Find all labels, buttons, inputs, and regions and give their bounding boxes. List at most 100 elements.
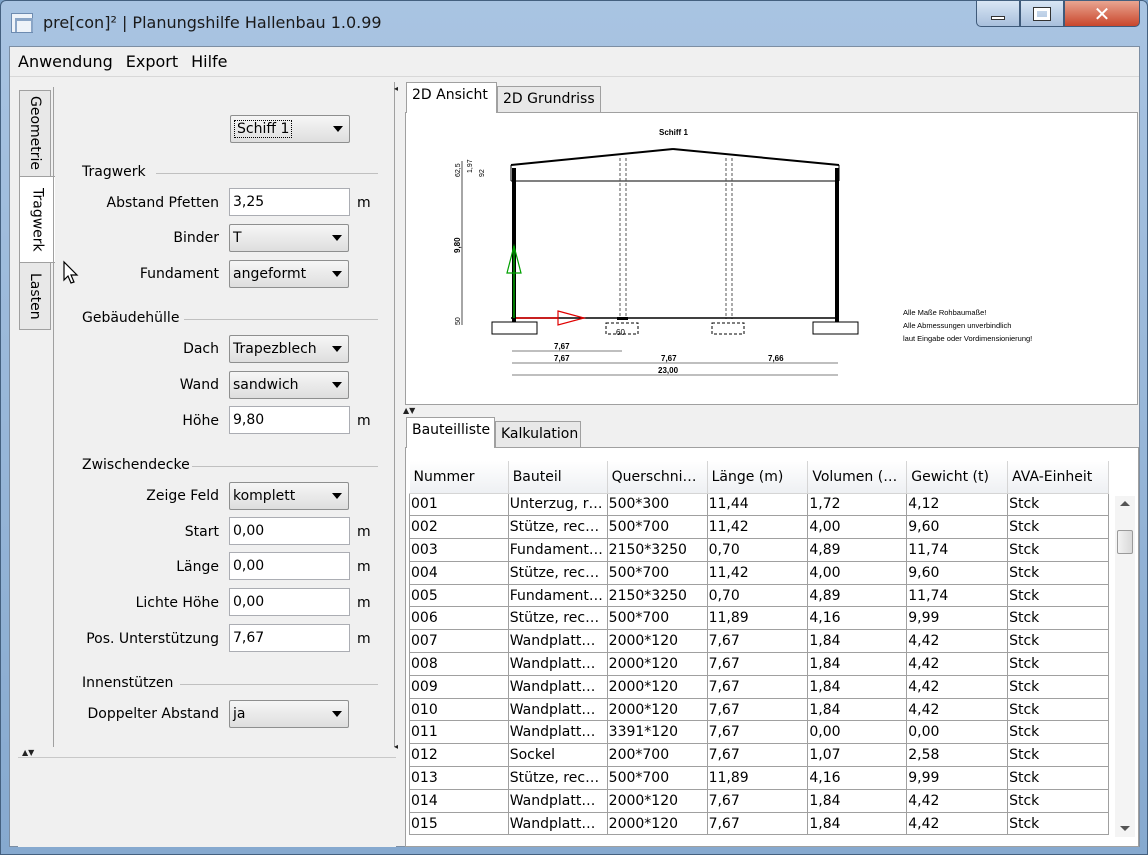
splitter-left-icon: ◂ — [394, 84, 399, 93]
column-header-querschnitt[interactable]: Querschni… — [607, 461, 708, 494]
tab-tragwerk[interactable]: Tragwerk — [19, 176, 55, 263]
column-header-gewicht[interactable]: Gewicht (t) — [906, 461, 1009, 494]
column-header-bauteil[interactable]: Bauteil — [508, 461, 608, 494]
tab-bauteilliste[interactable]: Bauteilliste — [406, 417, 495, 448]
table-row[interactable]: 009 Wandplatt… 2000*120 7,67 1,84 4,42 Stck — [409, 675, 1109, 699]
laenge-unit: m — [357, 559, 371, 575]
table-cell: Stck — [1007, 812, 1109, 836]
table-row[interactable]: 010 Wandplatt… 2000*120 7,67 1,84 4,42 Stck — [409, 698, 1109, 722]
tab-lasten[interactable]: Lasten — [19, 262, 51, 330]
section-divider — [180, 684, 378, 685]
lichte-hoehe-field[interactable]: 0,00 — [229, 588, 350, 616]
dim-top-2: 1,97 — [467, 159, 474, 173]
title-bar[interactable]: pre[con]² | Planungshilfe Hallenbau 1.0.… — [1, 1, 1147, 45]
table-row[interactable]: 004 Stütze, rec… 500*700 11,42 4,00 9,60 Stck — [409, 561, 1109, 585]
table-cell: 7,67 — [707, 675, 809, 699]
scroll-down-icon[interactable] — [1120, 826, 1130, 831]
table-row[interactable]: 002 Stütze, rec… 500*700 11,42 4,00 9,60 Stck — [409, 515, 1109, 540]
menu-export[interactable]: Export — [126, 52, 178, 71]
elevation-drawing: Schiff 1 62,5 1,97 92 9,80 50 60 7,67 7,… — [453, 128, 1032, 376]
dach-select[interactable]: Trapezblech — [229, 335, 349, 363]
table-cell: 2000*120 — [607, 629, 708, 654]
table-row[interactable]: 012 Sockel 200*700 7,67 1,07 2,58 Stck — [409, 743, 1109, 768]
view-pane: 2D Ansicht 2D Grundriss Schiff 1 62,5 1,… — [403, 82, 1141, 415]
abstand-pfetten-unit: m — [357, 195, 371, 211]
note-1: Alle Maße Rohbaumaße! — [903, 308, 986, 317]
menu-anwendung[interactable]: Anwendung — [18, 52, 113, 71]
table-row[interactable]: 013 Stütze, rec… 500*700 11,89 4,16 9,99 Stck — [409, 766, 1109, 790]
table-cell: 9,60 — [906, 515, 1009, 540]
tab-2d-ansicht[interactable]: 2D Ansicht — [406, 82, 497, 113]
fundament-select[interactable]: angeformt — [229, 260, 349, 288]
tab-kalkulation[interactable]: Kalkulation — [495, 421, 581, 447]
client-area: Anwendung Export Hilfe Geometrie Tragwer… — [9, 46, 1140, 847]
minimize-button[interactable] — [976, 1, 1020, 27]
table-cell: 013 — [409, 766, 509, 790]
laenge-field[interactable]: 0,00 — [229, 552, 350, 580]
menu-hilfe[interactable]: Hilfe — [191, 52, 227, 71]
table-row[interactable]: 014 Wandplatt… 2000*120 7,67 1,84 4,42 Stck — [409, 789, 1109, 813]
table-cell: 0,70 — [707, 584, 809, 608]
table-row[interactable]: 003 Fundament… 2150*3250 0,70 4,89 11,74 Stck — [409, 538, 1109, 562]
lichte-hoehe-label: Lichte Höhe — [135, 595, 219, 611]
table-row[interactable]: 011 Wandplatt… 3391*120 7,67 0,00 0,00 Stck — [409, 720, 1109, 745]
binder-select[interactable]: T — [229, 224, 349, 252]
table-cell: 11,74 — [906, 584, 1009, 608]
schiff-select[interactable]: Schiff 1 — [230, 115, 350, 143]
start-field[interactable]: 0,00 — [229, 517, 350, 545]
table-row[interactable]: 008 Wandplatt… 2000*120 7,67 1,84 4,42 Stck — [409, 652, 1109, 676]
column-header-laenge[interactable]: Länge (m) — [707, 461, 809, 494]
table-cell: Fundament… — [508, 584, 608, 608]
hoehe-field[interactable]: 9,80 — [229, 406, 350, 434]
tab-geometrie[interactable]: Geometrie — [19, 90, 51, 177]
table-cell: 7,67 — [707, 789, 809, 813]
table-cell: Wandplatt… — [508, 652, 608, 676]
drawing-canvas[interactable]: Schiff 1 62,5 1,97 92 9,80 50 60 7,67 7,… — [405, 112, 1138, 405]
table-row[interactable]: 006 Stütze, rec… 500*700 11,89 4,16 9,99 Stck — [409, 606, 1109, 631]
table-cell: Wandplatt… — [508, 675, 608, 699]
tab-2d-grundriss[interactable]: 2D Grundriss — [497, 86, 601, 112]
main-splitter[interactable]: ◂ ◂ — [394, 82, 401, 847]
table-cell: 500*300 — [607, 493, 708, 517]
table-cell: Stck — [1007, 720, 1109, 745]
table-row[interactable]: 007 Wandplatt… 2000*120 7,67 1,84 4,42 Stck — [409, 629, 1109, 654]
abstand-pfetten-field[interactable]: 3,25 — [229, 188, 350, 216]
schiff-select-value: Schiff 1 — [234, 120, 293, 138]
doppelter-abstand-select[interactable]: ja — [229, 700, 349, 728]
table-cell: 9,99 — [906, 606, 1009, 631]
table-cell: 2150*3250 — [607, 584, 708, 608]
table-row[interactable]: 001 Unterzug, r… 500*300 11,44 1,72 4,12 Stck — [409, 493, 1109, 517]
doppelter-abstand-select-value: ja — [233, 706, 246, 722]
splitter-arrows-icon[interactable]: ▲▼ — [403, 406, 415, 415]
table-cell: Wandplatt… — [508, 812, 608, 836]
scroll-thumb[interactable] — [1117, 530, 1133, 554]
table-cell: 2150*3250 — [607, 538, 708, 562]
wand-label: Wand — [179, 377, 219, 393]
splitter-arrows-icon[interactable]: ▲▼ — [22, 748, 34, 757]
zeige-feld-select[interactable]: komplett — [229, 482, 349, 510]
table-cell: 4,42 — [906, 812, 1009, 836]
table-cell: Stck — [1007, 766, 1109, 790]
column-header-volumen[interactable]: Volumen (… — [807, 461, 908, 494]
table-cell: Stütze, rec… — [508, 561, 608, 585]
dim-base: 50 — [455, 317, 462, 325]
column-header-ava-einheit[interactable]: AVA-Einheit — [1007, 461, 1109, 494]
table-cell: 500*700 — [607, 766, 708, 790]
scroll-up-icon[interactable] — [1120, 501, 1130, 506]
chevron-down-icon — [332, 711, 342, 717]
maximize-button[interactable] — [1020, 1, 1064, 27]
table-cell: 9,99 — [906, 766, 1009, 790]
pos-unterstuetzung-field[interactable]: 7,67 — [229, 624, 350, 652]
dim-total: 23,00 — [658, 366, 679, 375]
table-cell: Stck — [1007, 561, 1109, 585]
table-cell: Stck — [1007, 515, 1109, 540]
close-button[interactable]: ✕ — [1064, 1, 1140, 27]
vertical-scrollbar[interactable] — [1115, 496, 1135, 837]
table-cell: 0,00 — [906, 720, 1009, 745]
wand-select[interactable]: sandwich — [229, 371, 349, 399]
table-row[interactable]: 005 Fundament… 2150*3250 0,70 4,89 11,74 Stck — [409, 584, 1109, 608]
table-row[interactable]: 015 Wandplatt… 2000*120 7,67 1,84 4,42 Stck — [409, 812, 1109, 836]
table-cell: Stck — [1007, 743, 1109, 768]
table-cell: 11,89 — [707, 766, 809, 790]
column-header-nummer[interactable]: Nummer — [409, 461, 509, 494]
